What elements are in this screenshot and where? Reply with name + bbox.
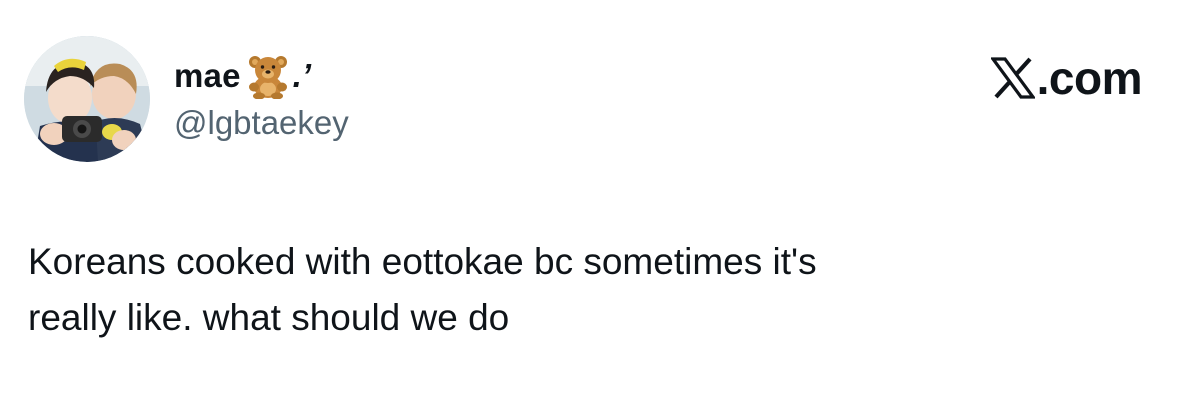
site-domain: .com [1036,52,1143,104]
site-label[interactable]: .com [990,52,1143,104]
user-handle[interactable]: @lgbtaekey [174,104,349,142]
x-logo-icon [990,57,1035,99]
display-name: mae [174,57,241,94]
tweet-text: Koreans cooked with eottokae bc sometime… [28,241,817,338]
teddy-bear-icon [245,53,291,99]
display-name-row[interactable]: mae .’ [174,53,311,99]
avatar[interactable] [24,36,150,162]
display-name-suffix: .’ [292,57,311,94]
avatar-photo [24,36,150,162]
